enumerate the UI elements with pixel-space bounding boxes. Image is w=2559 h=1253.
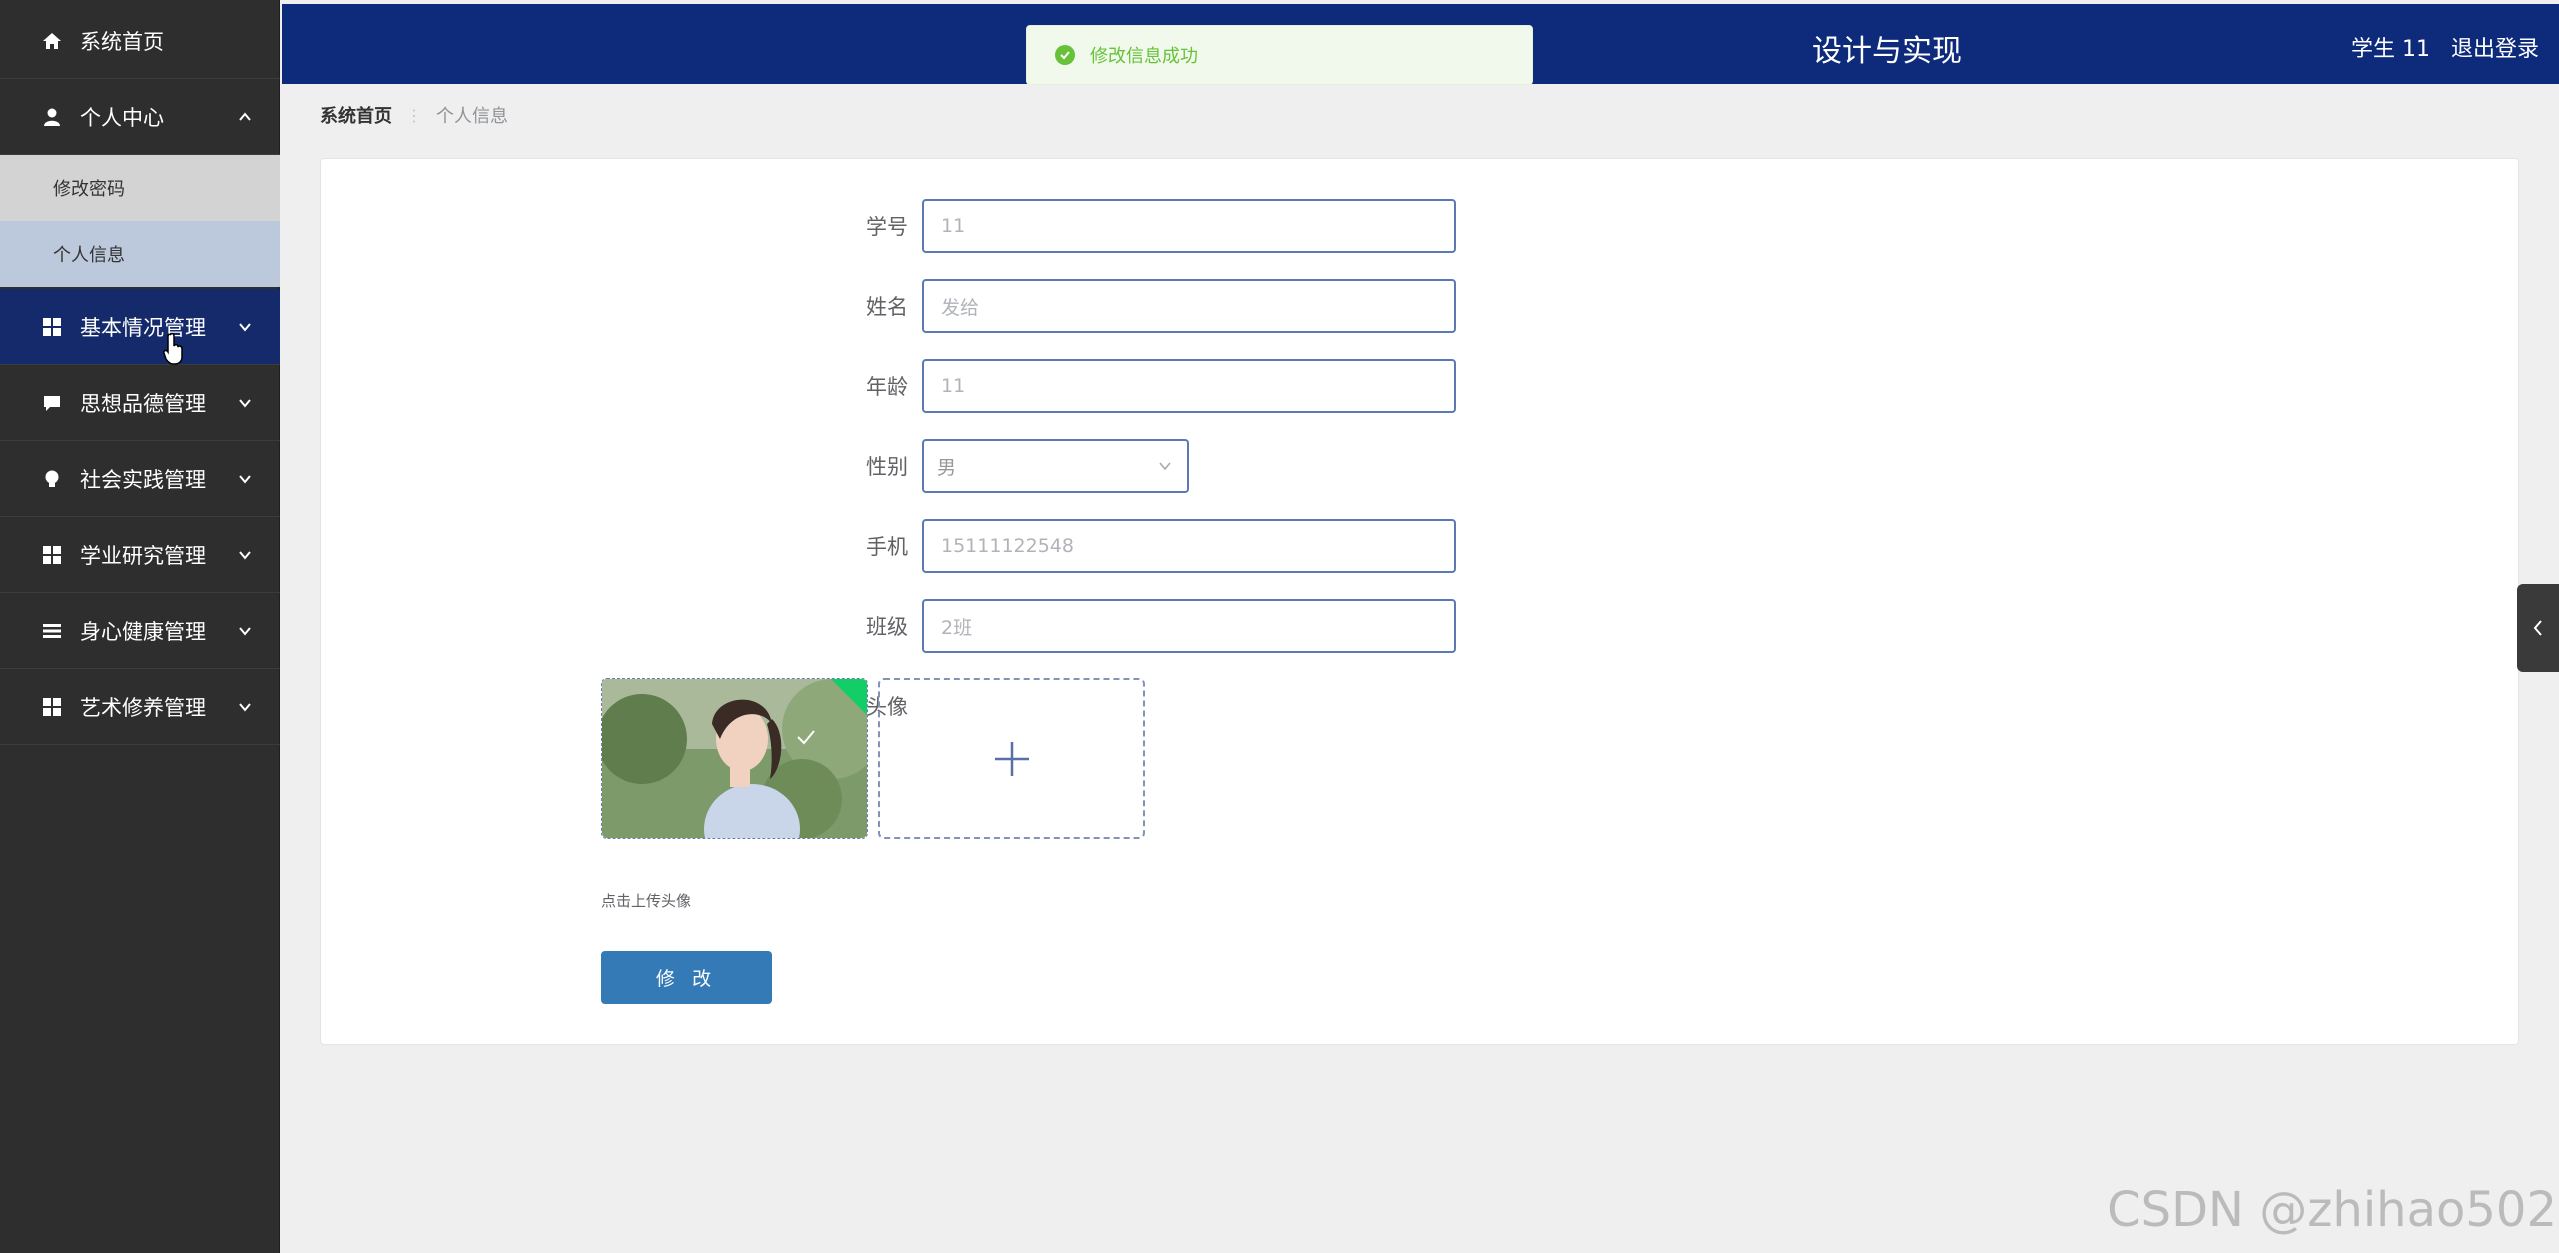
sidebar-item-personal-center[interactable]: 个人中心: [0, 79, 280, 155]
gender-select[interactable]: 男: [922, 439, 1189, 493]
sidebar: 系统首页 个人中心 修改密码 个人信息 基本情况管理 思想品德管理 社会实践管理: [0, 0, 280, 1253]
avatar-upload-button[interactable]: [878, 678, 1145, 839]
sidebar-item-label: 系统首页: [80, 29, 164, 54]
sidebar-item-label: 艺术修养管理: [80, 695, 206, 720]
chevron-up-icon: [239, 111, 251, 121]
success-toast: 修改信息成功: [1026, 25, 1533, 85]
sidebar-item-label: 身心健康管理: [80, 619, 206, 644]
age-label: 年龄: [866, 375, 908, 399]
success-corner-badge: [829, 679, 867, 717]
sidebar-item-basic-info[interactable]: 基本情况管理: [0, 289, 280, 365]
breadcrumb-separator: ⋮: [406, 105, 422, 125]
class-field[interactable]: 2班: [922, 599, 1456, 653]
sidebar-subitem-change-password[interactable]: 修改密码: [0, 155, 280, 221]
sidebar-item-academic[interactable]: 学业研究管理: [0, 517, 280, 593]
chevron-down-icon: [239, 550, 251, 560]
hand-cursor-icon: [163, 333, 183, 365]
grid-icon: [41, 544, 63, 566]
sidebar-item-moral[interactable]: 思想品德管理: [0, 365, 280, 441]
sidebar-item-label: 个人中心: [80, 105, 164, 130]
student-id-field[interactable]: 11: [922, 199, 1456, 253]
gender-label: 性别: [866, 455, 908, 479]
sidebar-item-arts[interactable]: 艺术修养管理: [0, 669, 280, 745]
check-circle-icon: [1055, 45, 1075, 65]
sidebar-item-health[interactable]: 身心健康管理: [0, 593, 280, 669]
chevron-down-icon: [239, 322, 251, 332]
sidebar-item-label: 学业研究管理: [80, 543, 206, 568]
chevron-down-icon: [239, 474, 251, 484]
grid-icon: [41, 316, 63, 338]
bulb-icon: [41, 468, 63, 490]
user-area: 学生 11 退出登录: [2337, 31, 2539, 63]
chevron-down-icon: [239, 626, 251, 636]
chevron-down-icon: [239, 398, 251, 408]
class-label: 班级: [866, 615, 908, 639]
plus-icon: [994, 741, 1029, 776]
page-title: 设计与实现: [1812, 34, 1962, 69]
list-icon: [41, 620, 63, 642]
phone-field[interactable]: 15111122548: [922, 519, 1456, 573]
upload-tip: 点击上传头像: [601, 892, 692, 910]
sidebar-item-label: 社会实践管理: [80, 467, 206, 492]
gender-selected-value: 男: [937, 456, 957, 479]
sidebar-item-label: 基本情况管理: [80, 315, 206, 340]
student-id-label: 学号: [866, 215, 908, 239]
breadcrumb: 系统首页 ⋮ 个人信息: [320, 102, 508, 128]
chevron-down-icon: [239, 702, 251, 712]
chevron-down-icon: [1159, 462, 1171, 471]
name-label: 姓名: [866, 295, 908, 319]
user-icon: [41, 106, 63, 128]
submit-button[interactable]: 修 改: [601, 951, 772, 1004]
sidebar-subitem-personal-info[interactable]: 个人信息: [0, 221, 280, 287]
toast-message: 修改信息成功: [1090, 46, 1198, 67]
logout-link[interactable]: 退出登录: [2451, 37, 2539, 62]
age-field[interactable]: 11: [922, 359, 1456, 413]
sidebar-item-social-practice[interactable]: 社会实践管理: [0, 441, 280, 517]
profile-form-card: 学号 11 姓名 发给 年龄 11 性别 男 手机 15111122548 班级…: [320, 158, 2519, 1045]
name-field[interactable]: 发给: [922, 279, 1456, 333]
side-panel-toggle[interactable]: [2517, 584, 2559, 672]
avatar-preview[interactable]: [601, 678, 868, 839]
watermark: CSDN @zhihao502: [2107, 1182, 2557, 1238]
current-user: 学生 11: [2350, 37, 2430, 62]
sidebar-item-home[interactable]: 系统首页: [0, 3, 280, 79]
grid-icon: [41, 696, 63, 718]
home-icon: [41, 30, 63, 52]
sidebar-item-label: 思想品德管理: [80, 391, 206, 416]
phone-label: 手机: [866, 535, 908, 559]
breadcrumb-home[interactable]: 系统首页: [320, 102, 392, 128]
chat-icon: [41, 392, 63, 414]
breadcrumb-current: 个人信息: [436, 106, 508, 127]
chevron-left-icon: [2533, 620, 2542, 636]
